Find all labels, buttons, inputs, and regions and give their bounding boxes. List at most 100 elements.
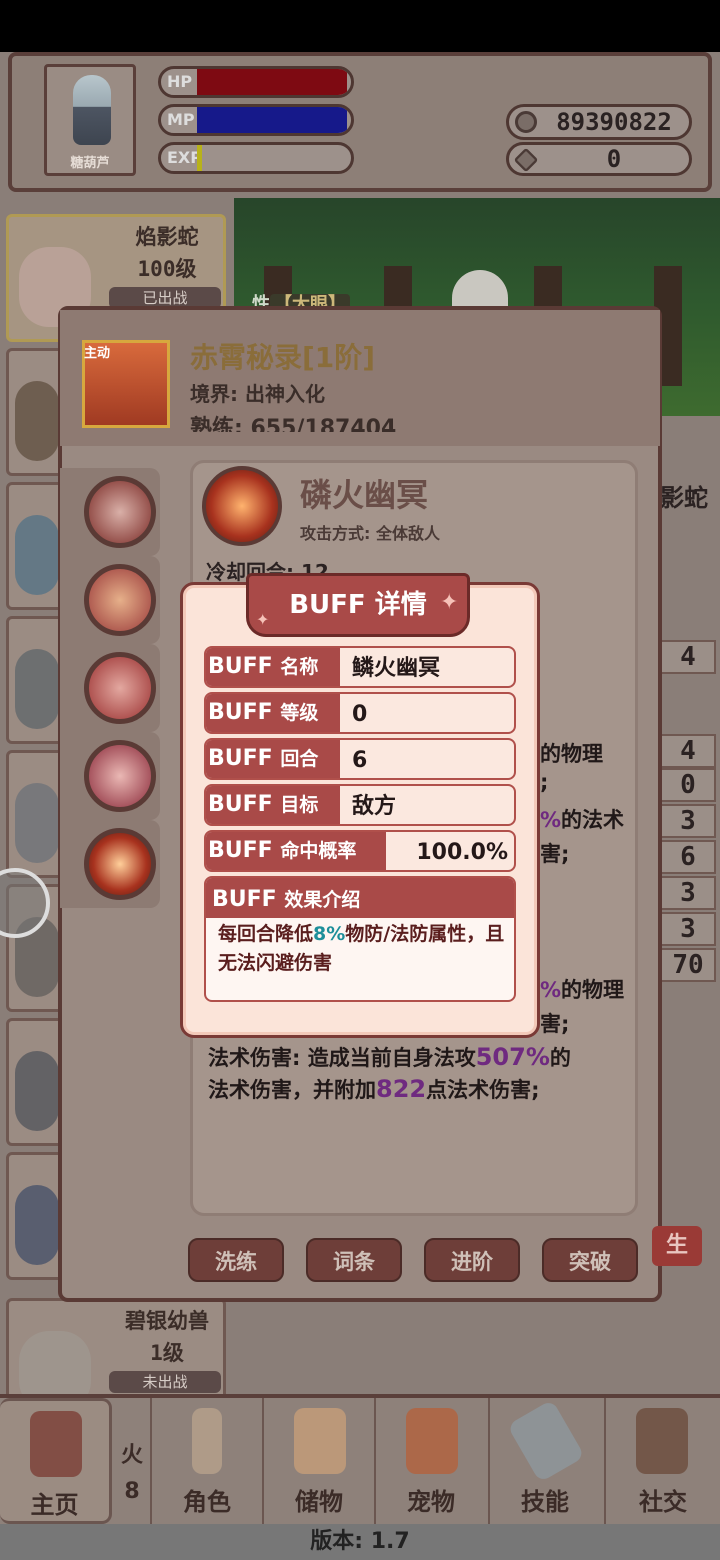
desc-fragment: % [540,808,562,832]
coin-icon [515,111,537,133]
pet-icon [15,783,59,863]
pet-level: 100级 [137,257,197,281]
bag-icon [294,1408,346,1474]
player-avatar[interactable]: 糖葫芦 [44,64,136,176]
buff-hit-chance-value: 100.0% [416,840,508,865]
handshake-icon [636,1408,688,1474]
tab-label: 社交 [639,1488,687,1516]
skill-tag: 主动 [84,346,111,361]
partial-label: 火 [120,1443,143,1468]
sword-icon [506,1399,586,1483]
magic-damage-line-1: 法术伤害: 造成当前自身法攻507%的 [208,1043,571,1071]
tab-label: 角色 [183,1488,231,1516]
skill-slot-4-icon[interactable] [84,740,156,812]
gold-counter: 89390822 [506,104,692,140]
pet-card[interactable] [6,1152,66,1280]
affix-button[interactable]: 词条 [306,1238,402,1282]
mp-fill [197,107,347,133]
buff-target-value: 敌方 [352,794,397,819]
buff-row-target: BUFF 目标 敌方 [204,784,516,826]
right-value: 3 [660,804,716,838]
pet-name: 碧银幼兽 [125,1309,209,1333]
desc-fragment: % [540,978,562,1002]
tab-home[interactable]: 主页 [0,1398,112,1524]
buff-rounds-value: 6 [352,748,368,773]
pet-level: 1级 [150,1341,184,1365]
skill-slot-5-icon[interactable] [84,828,156,900]
right-value: 4 [660,640,716,674]
skill-realm: 境界: 出神入化 [190,382,325,406]
pet-card[interactable] [6,482,66,610]
desc-fragment: 害; [540,1012,570,1036]
right-name-fragment: 影蛇 [660,484,708,512]
skill-slot-2-icon[interactable] [84,564,156,636]
pet-icon [15,1185,59,1265]
tab-pets[interactable]: 宠物 [374,1398,486,1524]
character-portrait-icon [73,75,111,145]
tab-label: 宠物 [407,1488,455,1516]
desc-fragment: ; [540,770,549,794]
buff-effect-section: BUFF 效果介绍 每回合降低8%物防/法防属性，且无法闪避伤害 [204,876,516,1002]
sparkle-icon: ✦ [256,610,270,629]
tab-label: 技能 [521,1488,569,1516]
buff-effect-text: 每回合降低8%物防/法防属性，且无法闪避伤害 [218,923,505,974]
bottom-navigation: 主页 火 8 角色 储物 宠物 技能 社交 [0,1394,720,1524]
breakthrough-button[interactable]: 突破 [542,1238,638,1282]
game-screen: 糖葫芦 HP MP EXP 89390822 0 性【大眼】 焰影蛇 100级 … [0,0,720,1560]
buff-name-value: 鳞火幽冥 [352,656,441,681]
buff-level-value: 0 [352,702,368,727]
right-value: 3 [660,876,716,910]
right-value: 70 [660,948,716,982]
hp-label: HP [167,72,193,91]
tab-label: 储物 [295,1488,343,1516]
pet-name: 焰影蛇 [135,225,199,249]
desc-fragment: 害; [540,842,570,866]
desc-fragment: 的法术 [561,808,625,832]
buff-row-rounds: BUFF 回合 6 [204,738,516,780]
fox-icon [406,1408,458,1474]
buff-dialog-title: BUFF 详情 [246,573,470,637]
pagoda-icon [30,1411,82,1477]
skill-detail-name: 磷火幽冥 [300,476,429,514]
desc-fragment: 的物理 [561,978,625,1002]
sparkle-icon: ✦ [440,590,459,615]
buff-row-name: BUFF 名称 鳞火幽冥 [204,646,516,688]
character-icon [192,1408,222,1474]
mp-label: MP [167,110,195,129]
buff-row-level: BUFF 等级 0 [204,692,516,734]
phosphor-fire-icon [202,466,282,546]
skill-slot-3-icon[interactable] [84,652,156,724]
pet-status: 未出战 [109,1371,221,1393]
right-value: 6 [660,840,716,874]
pet-card[interactable] [6,348,66,476]
pet-icon [15,649,59,729]
buff-row-hit-chance: BUFF 命中概率 100.0% [204,830,516,872]
skill-title: 赤霄秘录[1阶] [190,341,376,374]
tab-skills[interactable]: 技能 [488,1398,600,1524]
gem-value: 0 [606,145,622,173]
tab-storage[interactable]: 储物 [262,1398,374,1524]
exp-fill [197,145,202,171]
exp-bar: EXP [158,142,354,174]
magic-damage-line-2: 法术伤害，并附加822点法术伤害; [208,1075,540,1103]
refine-button[interactable]: 洗练 [188,1238,284,1282]
pet-icon [15,381,59,461]
pet-card[interactable] [6,750,66,878]
gold-value: 89390822 [556,108,672,136]
advance-button[interactable]: 进阶 [424,1238,520,1282]
mp-bar: MP [158,104,354,136]
partial-label: 8 [124,1479,140,1504]
skill-proficiency: 熟练: 655/187404 [190,416,397,432]
hp-fill [197,69,347,95]
pet-card[interactable] [6,616,66,744]
tab-label: 主页 [30,1491,79,1519]
skill-slot-1-icon[interactable] [84,476,156,548]
pet-card[interactable] [6,1018,66,1146]
player-name: 糖葫芦 [70,156,110,171]
tab-character[interactable]: 角色 [150,1398,262,1524]
side-red-button[interactable]: 生 [652,1226,702,1266]
hp-bar: HP [158,66,354,98]
right-value: 4 [660,734,716,768]
gem-counter: 0 [506,142,692,176]
tab-social[interactable]: 社交 [604,1398,720,1524]
